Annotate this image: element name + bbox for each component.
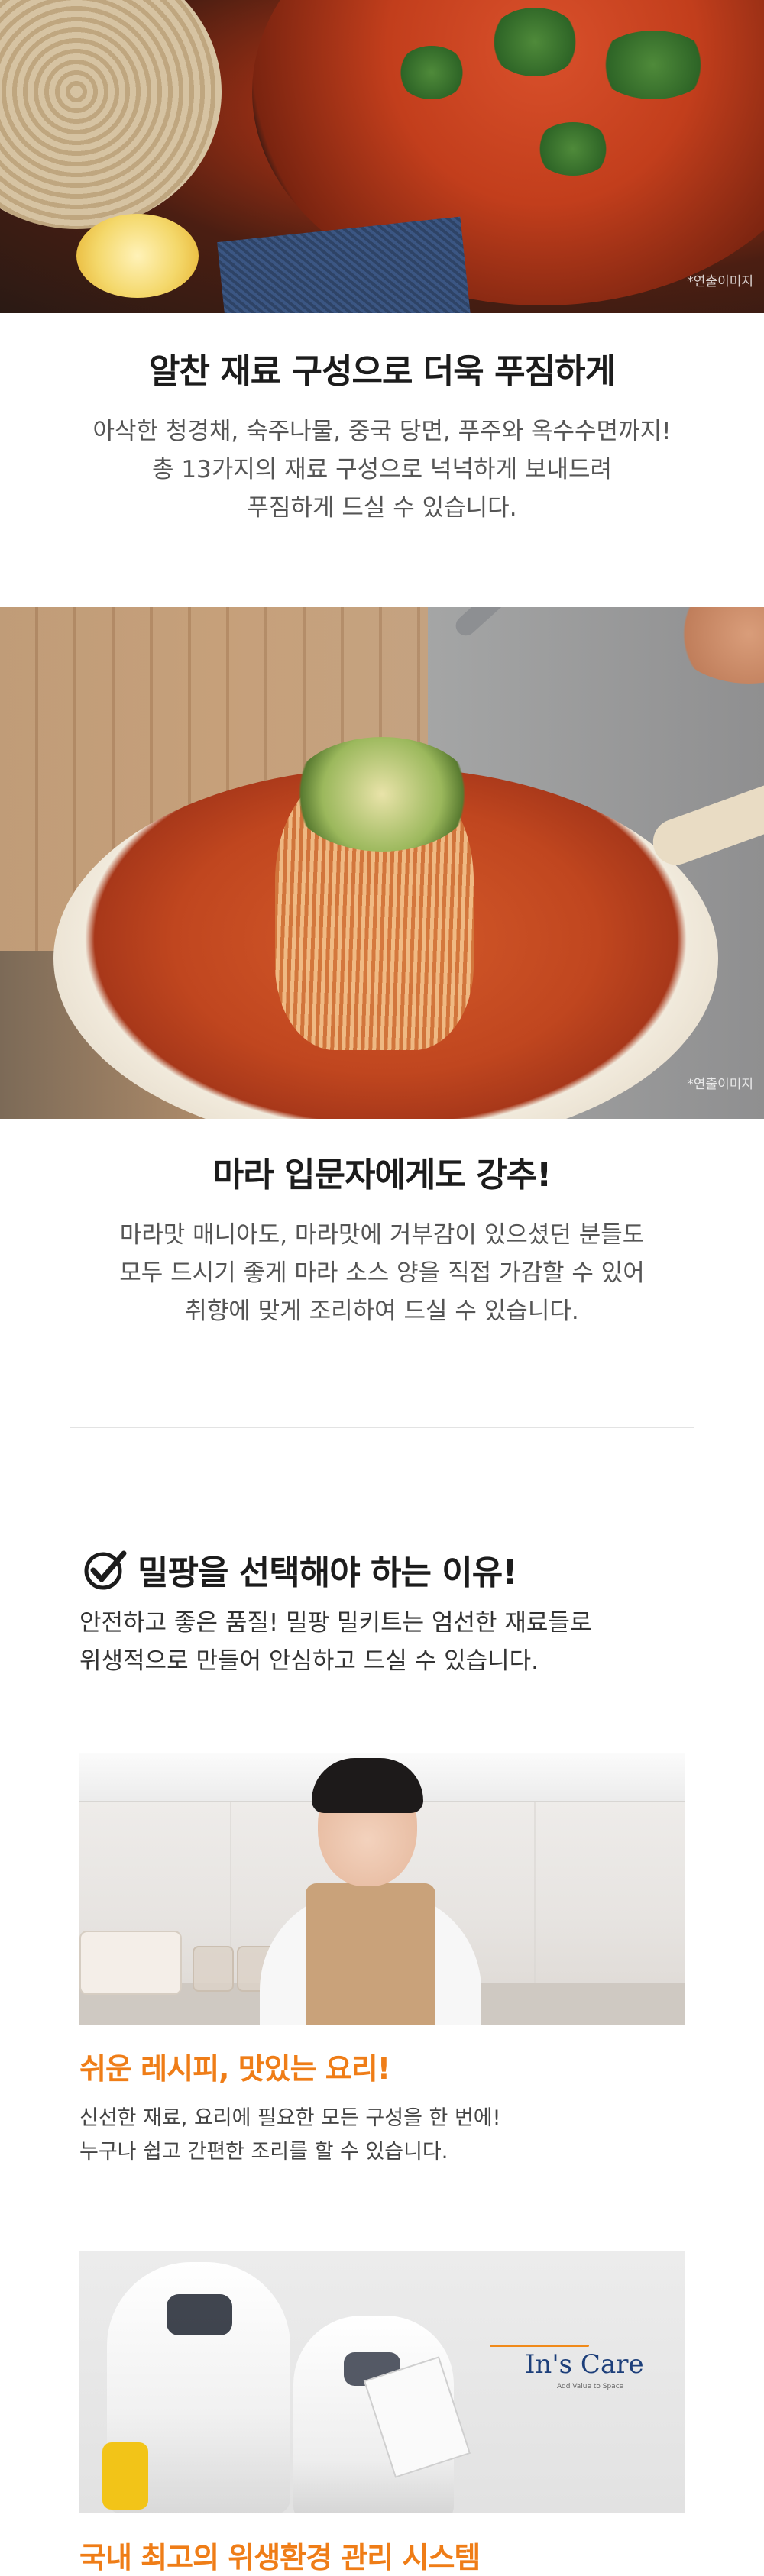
hotpot-photo-2: *연출이미지 — [0, 607, 764, 1119]
photo-note: *연출이미지 — [687, 274, 753, 289]
hygiene-title: 국내 최고의 위생환경 관리 시스템 — [79, 2541, 481, 2574]
recipe-description: 신선한 재료, 요리에 필요한 모든 구성을 한 번에! 누구나 쉽고 간편한 … — [79, 2102, 500, 2169]
description-line: 신선한 재료, 요리에 필요한 모든 구성을 한 번에! — [79, 2106, 501, 2130]
hygiene-photo: In's Care Add Value to Space — [79, 2251, 685, 2513]
recipe-title: 쉬운 레시피, 맛있는 요리! — [79, 2052, 390, 2086]
description-line: 아삭한 청경채, 숙주나물, 중국 당면, 푸주와 옥수수면까지! — [92, 418, 672, 445]
description-line: 총 13가지의 재료 구성으로 넉넉하게 보내드려 — [151, 456, 613, 483]
reason-description: 안전하고 좋은 품질! 밀팡 밀키트는 엄선한 재료들로 위생적으로 만들어 안… — [79, 1604, 591, 1680]
section-description: 아삭한 청경채, 숙주나물, 중국 당면, 푸주와 옥수수면까지! 총 13가지… — [0, 412, 764, 527]
description-line: 위생적으로 만들어 안심하고 드실 수 있습니다. — [79, 1647, 539, 1675]
description-line: 누구나 쉽고 간편한 조리를 할 수 있습니다. — [79, 2140, 448, 2164]
hotpot-photo-1: *연출이미지 — [0, 0, 764, 313]
section-divider — [70, 1427, 694, 1428]
photo-note: *연출이미지 — [687, 1077, 753, 1092]
description-line: 푸짐하게 드실 수 있습니다. — [247, 494, 517, 522]
chef-photo — [79, 1753, 685, 2025]
description-line: 취향에 맞게 조리하여 드실 수 있습니다. — [185, 1298, 579, 1325]
description-line: 안전하고 좋은 품질! 밀팡 밀키트는 엄선한 재료들로 — [79, 1609, 592, 1637]
reason-title: 밀팡을 선택해야 하는 이유! — [138, 1553, 517, 1592]
logo-text: In's Care — [525, 2349, 644, 2380]
description-line: 마라맛 매니아도, 마라맛에 거부감이 있으셨던 분들도 — [119, 1221, 645, 1249]
section-title: 마라 입문자에게도 강추! — [212, 1155, 552, 1194]
description-line: 모두 드시기 좋게 마라 소스 양을 직접 가감할 수 있어 — [119, 1259, 645, 1287]
check-icon — [84, 1550, 127, 1590]
ins-care-logo: In's Care Add Value to Space — [490, 2345, 665, 2406]
logo-subtext: Add Value to Space — [557, 2383, 624, 2390]
reason-heading: 밀팡을 선택해야 하는 이유! — [83, 1543, 517, 1596]
section-description: 마라맛 매니아도, 마라맛에 거부감이 있으셨던 분들도 모두 드시기 좋게 마… — [0, 1216, 764, 1330]
section-title: 알찬 재료 구성으로 더욱 푸짐하게 — [149, 352, 616, 391]
